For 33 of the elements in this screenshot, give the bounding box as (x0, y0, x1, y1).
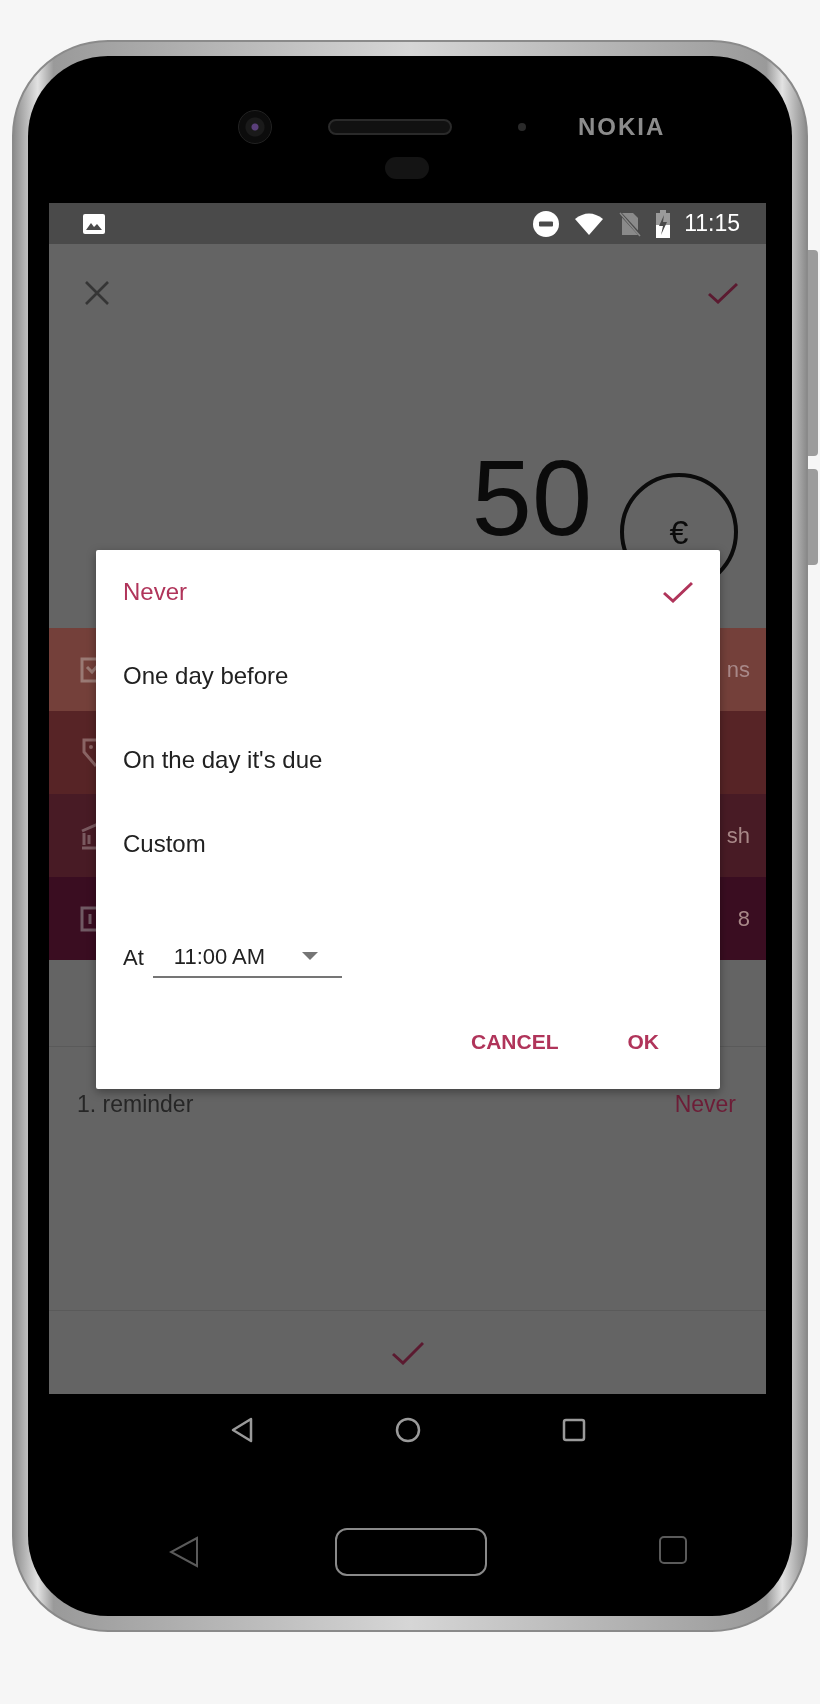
battery-charging-icon (656, 209, 671, 238)
reminder-option[interactable]: One day before (96, 634, 720, 718)
dropdown-arrow-icon (301, 952, 318, 960)
home-icon[interactable] (394, 1417, 421, 1443)
home-key[interactable] (335, 1528, 487, 1576)
time-dropdown[interactable]: 11:00 AM (152, 936, 342, 978)
row-value: 8 (737, 905, 750, 933)
back-icon[interactable] (229, 1417, 254, 1443)
checkmark-icon[interactable] (391, 1340, 424, 1365)
dialog-button[interactable]: OK (619, 1022, 667, 1062)
tag-icon (80, 737, 96, 768)
no-sim-icon (618, 210, 643, 237)
reminder-label: 1. reminder (77, 1090, 194, 1120)
reminder-option[interactable]: Custom (96, 802, 720, 886)
reminder-option[interactable]: On the day it's due (96, 718, 720, 802)
image-icon (83, 213, 105, 234)
dialog-button[interactable]: CANCEL (463, 1022, 567, 1062)
recents-key-icon[interactable] (659, 1536, 687, 1564)
checkmark-icon[interactable] (708, 282, 738, 304)
row-value: ns (726, 656, 750, 684)
close-icon[interactable] (85, 281, 109, 305)
do-not-disturb-icon (532, 209, 561, 238)
row-value: sh (726, 822, 750, 850)
wifi-icon (574, 211, 605, 236)
time-label: At (123, 943, 144, 972)
clock-time: 11:15 (684, 209, 740, 239)
checkmark-icon (663, 581, 693, 603)
sensor-dot (518, 123, 526, 131)
reminder-value: Never (674, 1090, 736, 1120)
brand-logo: NOKIA (578, 115, 666, 139)
camera-lens (238, 110, 272, 144)
back-key-icon[interactable] (169, 1536, 199, 1568)
recents-icon[interactable] (561, 1418, 586, 1442)
